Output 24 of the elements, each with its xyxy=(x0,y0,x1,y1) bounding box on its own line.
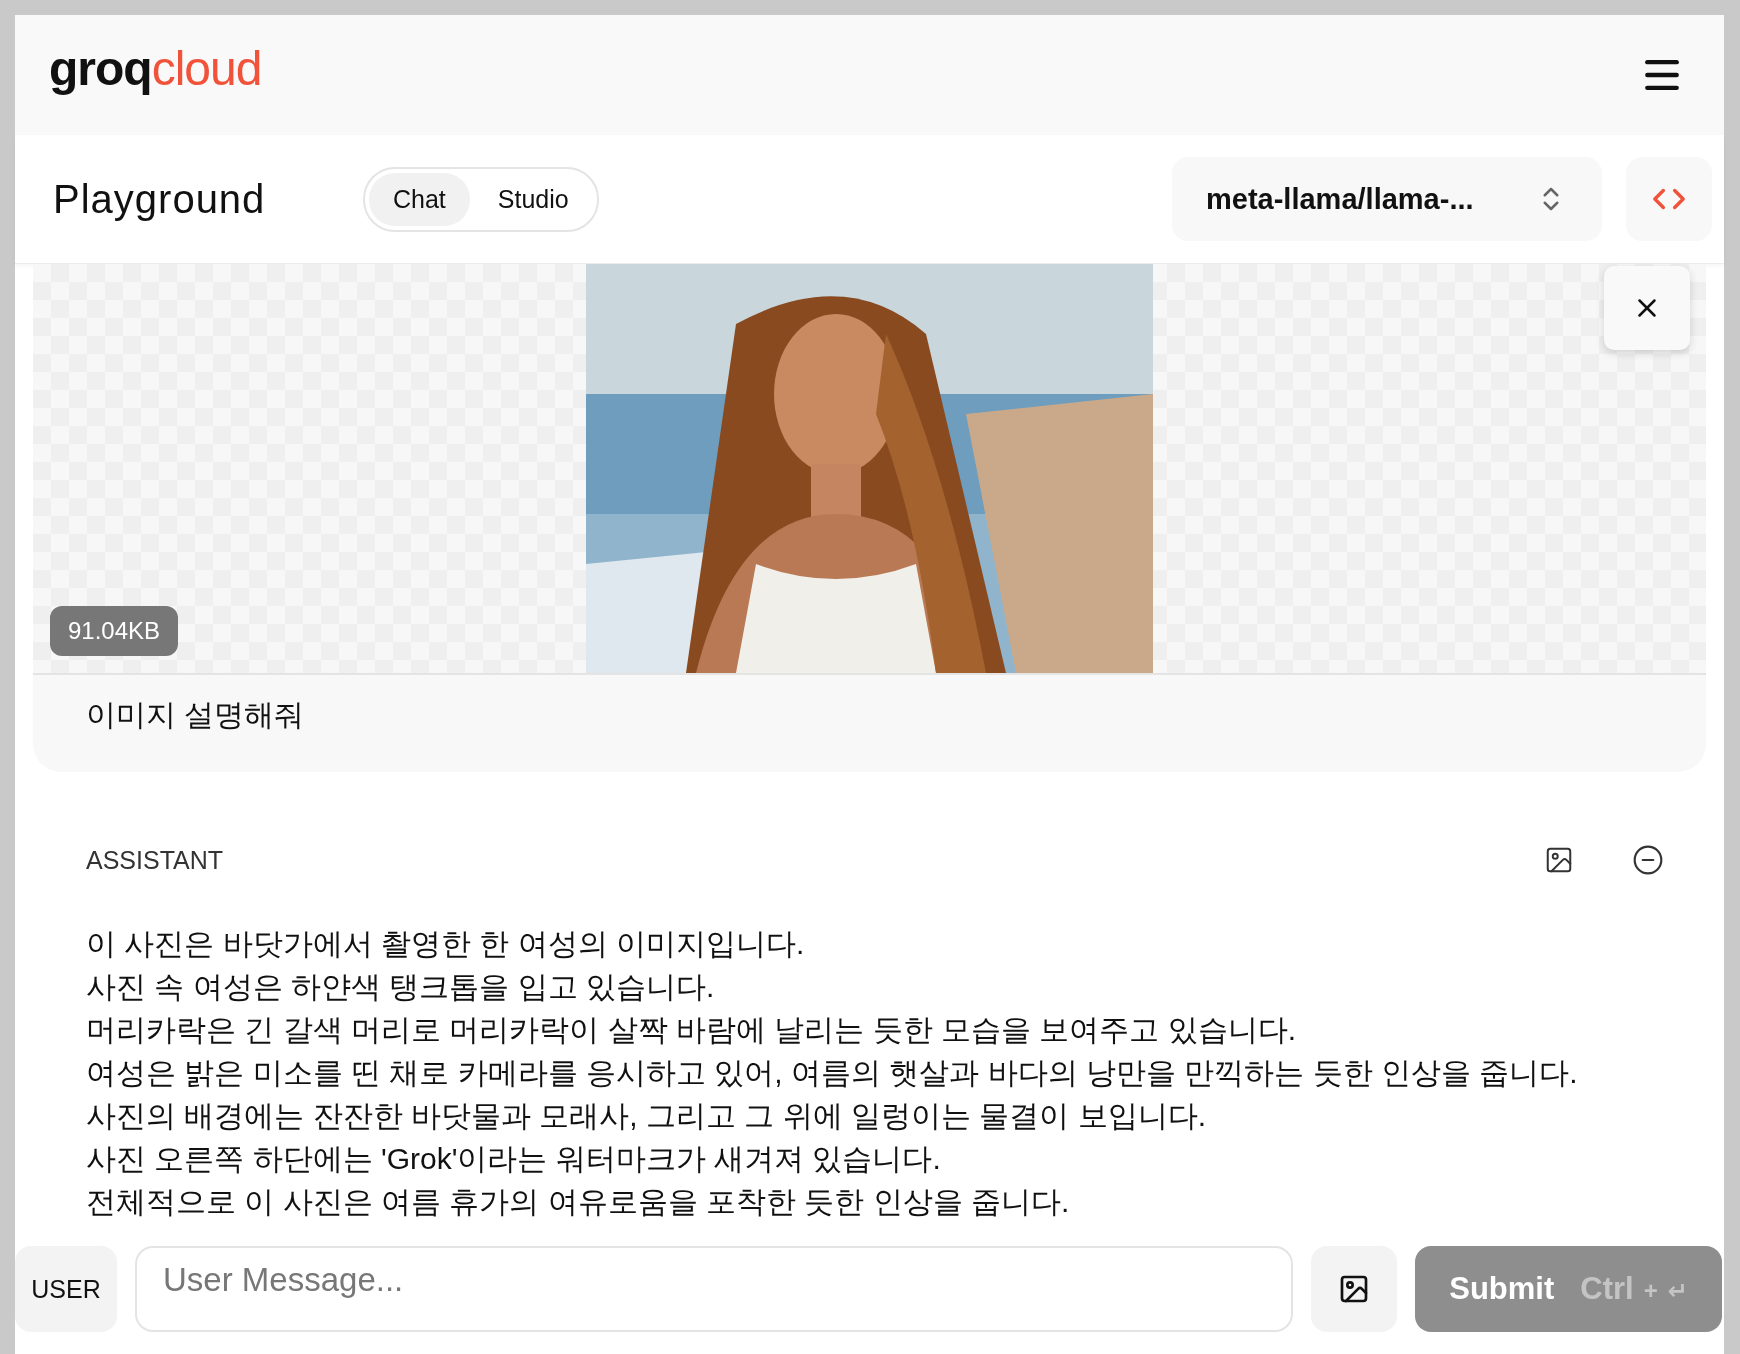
response-text: 전체적으로 이 사진은 여름 휴가의 여유로움을 포착한 듯한 인상을 줍니다. xyxy=(86,1184,1071,1220)
response-text: 이 사진은 바닷가에서 촬영한 한 여성의 이미지입니다. xyxy=(86,926,806,962)
response-text: 사진 속 여성은 하얀색 탱크톱을 입고 있습니다. xyxy=(86,969,716,1005)
response-text: 사진 오른쪽 하단에는 'Grok'이라는 워터마크가 새겨져 있습니다. xyxy=(86,1141,942,1177)
user-message: 이미지 설명해줘 xyxy=(85,697,306,733)
image-icon xyxy=(1338,1273,1370,1305)
message-input[interactable]: User Message... xyxy=(135,1246,1293,1332)
mode-tab[interactable]: Chat xyxy=(369,172,470,226)
groqcloud-logo[interactable]: groqcloud xyxy=(49,40,262,96)
minus-circle-icon xyxy=(1632,844,1664,876)
model-select[interactable]: meta-llama/llama-... xyxy=(1172,157,1602,241)
page-title: Playground xyxy=(53,176,267,222)
response-text: 여성은 밝은 미소를 띤 채로 카메라를 응시하고 있어, 여름의 햇살과 바다의 낭만을 만끽하는 듯한 인상을 줍니다. xyxy=(86,1055,1579,1091)
role-button[interactable]: USER xyxy=(15,1246,117,1332)
image-icon xyxy=(1544,845,1574,875)
file-size-label: 91.04KB xyxy=(50,606,179,656)
response-text: 머리카락은 긴 갈색 머리로 머리카락이 살짝 바람에 날리는 듯한 모습을 보여주고 있습니다. xyxy=(86,1012,1298,1048)
mode-tab[interactable]: Studio xyxy=(473,172,593,226)
image-upload-button[interactable] xyxy=(1311,1246,1397,1332)
remove-button[interactable] xyxy=(1632,844,1664,876)
role-label: ASSISTANT xyxy=(86,845,225,875)
image-button[interactable] xyxy=(1544,845,1574,875)
code-button[interactable] xyxy=(1626,157,1712,241)
response-text: 사진의 배경에는 잔잔한 바닷물과 모래사, 그리고 그 위에 일렁이는 물결이 보입니다. xyxy=(86,1098,1208,1134)
